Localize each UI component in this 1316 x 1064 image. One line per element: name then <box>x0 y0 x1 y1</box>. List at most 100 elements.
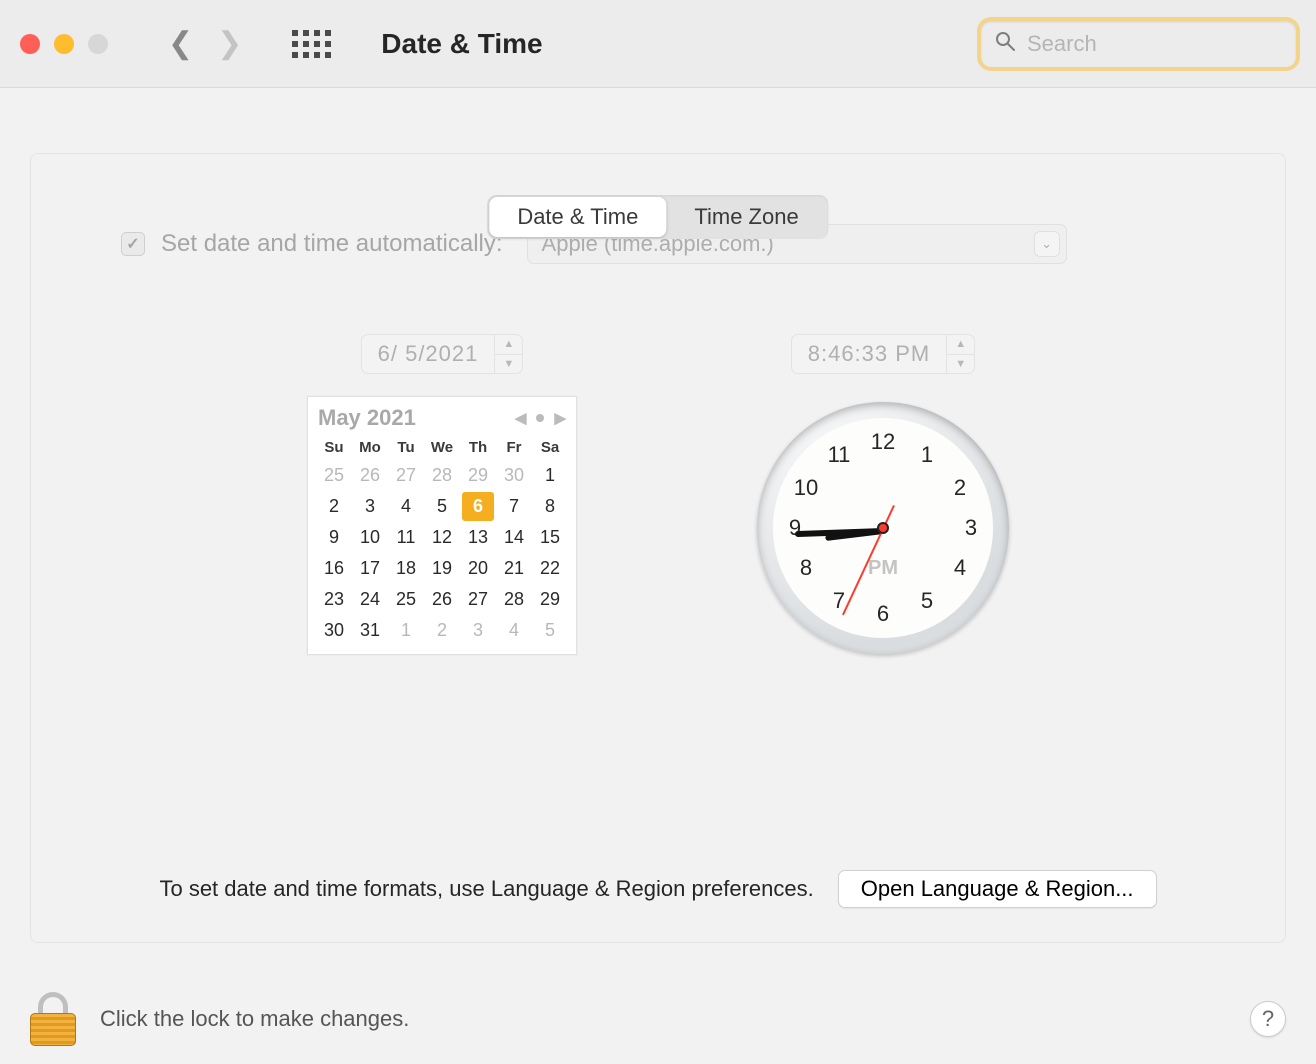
time-column: 8:46:33 PM ▲▼ 12 1 2 3 4 5 6 7 8 9 <box>757 334 1009 655</box>
calendar-day[interactable]: 28 <box>496 584 532 615</box>
close-window-button[interactable] <box>20 34 40 54</box>
calendar-day[interactable]: 17 <box>352 553 388 584</box>
calendar-dow: Su <box>316 435 352 460</box>
calendar-day[interactable]: 6 <box>462 492 494 521</box>
calendar-dow: Tu <box>388 435 424 460</box>
time-stepper[interactable]: 8:46:33 PM ▲▼ <box>791 334 976 374</box>
date-stepper[interactable]: 6/ 5/2021 ▲▼ <box>361 334 524 374</box>
calendar-day[interactable]: 30 <box>316 615 352 646</box>
calendar-day[interactable]: 22 <box>532 553 568 584</box>
calendar-day[interactable]: 11 <box>388 522 424 553</box>
search-icon <box>995 31 1015 57</box>
calendar-day[interactable]: 25 <box>316 460 352 491</box>
clock-pivot <box>877 522 889 534</box>
minimize-window-button[interactable] <box>54 34 74 54</box>
calendar-day[interactable]: 13 <box>460 522 496 553</box>
preferences-panel: ✓ Set date and time automatically: Apple… <box>30 153 1286 943</box>
calendar-day[interactable]: 1 <box>532 460 568 491</box>
nav-arrows: ❮ ❯ <box>168 29 242 59</box>
calendar-day[interactable]: 24 <box>352 584 388 615</box>
calendar: May 2021 ◀ ▶ SuMoTuWeThFrSa2526272829301… <box>307 396 577 655</box>
calendar-dow: We <box>424 435 460 460</box>
calendar-day[interactable]: 27 <box>460 584 496 615</box>
calendar-dow: Fr <box>496 435 532 460</box>
analog-clock: 12 1 2 3 4 5 6 7 8 9 10 11 PM <box>757 402 1009 654</box>
lock-icon[interactable] <box>30 992 76 1046</box>
show-all-icon[interactable] <box>292 30 331 58</box>
calendar-day[interactable]: 3 <box>352 491 388 522</box>
calendar-header: May 2021 ◀ ▶ <box>308 397 576 435</box>
zoom-window-button[interactable] <box>88 34 108 54</box>
calendar-day[interactable]: 12 <box>424 522 460 553</box>
clock-face: 12 1 2 3 4 5 6 7 8 9 10 11 PM <box>773 418 993 638</box>
calendar-day[interactable]: 18 <box>388 553 424 584</box>
calendar-prev-icon[interactable]: ◀ <box>515 409 527 427</box>
calendar-day[interactable]: 14 <box>496 522 532 553</box>
auto-set-checkbox[interactable]: ✓ <box>121 232 145 256</box>
tab-date-time[interactable]: Date & Time <box>489 197 666 237</box>
tab-time-zone[interactable]: Time Zone <box>666 197 826 237</box>
clock-num: 12 <box>871 429 895 455</box>
open-language-region-button[interactable]: Open Language & Region... <box>838 870 1157 908</box>
calendar-day[interactable]: 1 <box>388 615 424 646</box>
help-button[interactable]: ? <box>1250 1001 1286 1037</box>
bottom-bar: Click the lock to make changes. ? <box>30 992 1286 1046</box>
calendar-day[interactable]: 31 <box>352 615 388 646</box>
search-field[interactable] <box>981 21 1296 67</box>
chevron-down-icon: ⌄ <box>1034 231 1060 257</box>
calendar-day[interactable]: 8 <box>532 491 568 522</box>
calendar-day[interactable]: 25 <box>388 584 424 615</box>
calendar-dow: Mo <box>352 435 388 460</box>
clock-num: 4 <box>954 555 966 581</box>
calendar-day[interactable]: 21 <box>496 553 532 584</box>
clock-num: 3 <box>965 515 977 541</box>
calendar-day[interactable]: 3 <box>460 615 496 646</box>
toolbar: ❮ ❯ Date & Time <box>0 0 1316 88</box>
forward-button[interactable]: ❯ <box>217 29 242 59</box>
clock-num: 1 <box>921 442 933 468</box>
calendar-day[interactable]: 29 <box>460 460 496 491</box>
calendar-day[interactable]: 2 <box>424 615 460 646</box>
window-controls <box>20 34 108 54</box>
calendar-title: May 2021 <box>318 405 416 431</box>
calendar-day[interactable]: 19 <box>424 553 460 584</box>
calendar-day[interactable]: 23 <box>316 584 352 615</box>
calendar-day[interactable]: 5 <box>532 615 568 646</box>
calendar-day[interactable]: 5 <box>424 491 460 522</box>
search-input[interactable] <box>1025 30 1316 58</box>
clock-num: 2 <box>954 475 966 501</box>
calendar-day[interactable]: 10 <box>352 522 388 553</box>
calendar-dow: Th <box>460 435 496 460</box>
format-hint: To set date and time formats, use Langua… <box>159 876 813 902</box>
calendar-day[interactable]: 4 <box>496 615 532 646</box>
calendar-day[interactable]: 26 <box>352 460 388 491</box>
calendar-day[interactable]: 4 <box>388 491 424 522</box>
calendar-day[interactable]: 20 <box>460 553 496 584</box>
clock-num: 11 <box>828 442 851 468</box>
calendar-today-icon[interactable] <box>536 414 544 422</box>
clock-num: 9 <box>789 515 801 541</box>
clock-num: 10 <box>794 475 818 501</box>
calendar-day[interactable]: 7 <box>496 491 532 522</box>
calendar-dow: Sa <box>532 435 568 460</box>
calendar-next-icon[interactable]: ▶ <box>554 409 566 427</box>
clock-num: 6 <box>877 601 889 627</box>
tab-bar: Date & Time Time Zone <box>487 195 828 239</box>
date-column: 6/ 5/2021 ▲▼ May 2021 ◀ ▶ SuMoTuWeThFrSa… <box>307 334 577 655</box>
lock-hint: Click the lock to make changes. <box>100 1006 409 1032</box>
calendar-day[interactable]: 26 <box>424 584 460 615</box>
time-stepper-arrows[interactable]: ▲▼ <box>946 335 974 373</box>
calendar-day[interactable]: 2 <box>316 491 352 522</box>
date-stepper-arrows[interactable]: ▲▼ <box>494 335 522 373</box>
calendar-day[interactable]: 15 <box>532 522 568 553</box>
calendar-day[interactable]: 27 <box>388 460 424 491</box>
date-value: 6/ 5/2021 <box>362 335 495 373</box>
back-button[interactable]: ❮ <box>168 29 193 59</box>
window-title: Date & Time <box>381 28 542 60</box>
calendar-day[interactable]: 29 <box>532 584 568 615</box>
calendar-day[interactable]: 9 <box>316 522 352 553</box>
clock-num: 8 <box>800 555 812 581</box>
calendar-day[interactable]: 30 <box>496 460 532 491</box>
calendar-day[interactable]: 28 <box>424 460 460 491</box>
calendar-day[interactable]: 16 <box>316 553 352 584</box>
